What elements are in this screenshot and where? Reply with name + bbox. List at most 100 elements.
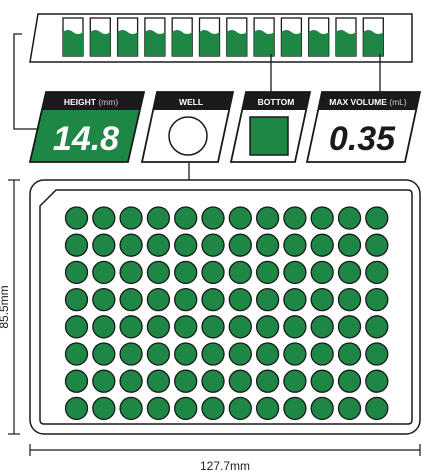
plate-well <box>201 369 225 393</box>
plate-well <box>337 233 362 257</box>
plate-well <box>283 342 307 366</box>
plate-well <box>228 315 252 339</box>
strip-well <box>144 17 166 57</box>
strip-well <box>335 17 357 57</box>
plate-well <box>310 396 334 421</box>
plate-well <box>119 287 143 312</box>
plate-well <box>92 369 116 393</box>
plate-well <box>283 206 307 230</box>
plate-well <box>310 342 334 366</box>
plate-well <box>201 260 225 285</box>
strip-well <box>308 17 330 57</box>
plate-well <box>337 396 362 421</box>
plate-well <box>119 396 143 421</box>
plate-well <box>174 369 198 393</box>
width-dimension: 127.7mm <box>29 444 421 473</box>
svg-text:MAX VOLUME (mL): MAX VOLUME (mL) <box>329 97 407 107</box>
plate-well <box>146 369 171 393</box>
plate-well <box>283 233 307 257</box>
plate-well <box>283 396 307 421</box>
plate-well <box>337 369 362 393</box>
plate-well <box>255 396 280 421</box>
plate-well <box>64 287 89 312</box>
plate-well <box>337 315 362 339</box>
plate-well <box>201 342 225 366</box>
plate-well <box>146 233 171 257</box>
depth-dimension-label: 85.5mm <box>0 285 11 328</box>
max-volume-value: 0.35 <box>329 120 396 158</box>
height-label: HEIGHT <box>64 97 97 107</box>
plate-well <box>365 260 389 285</box>
plate-well <box>255 287 280 312</box>
well-strip-side-view <box>29 13 413 63</box>
plate-well <box>174 342 198 366</box>
height-card: HEIGHT (mm) 14.8 <box>28 91 146 163</box>
plate-well <box>365 315 389 339</box>
plate-well <box>228 233 252 257</box>
plate-well <box>119 342 143 366</box>
plate-well <box>283 369 307 393</box>
plate-well <box>64 206 89 230</box>
plate-well <box>92 260 116 285</box>
plate-well <box>365 342 389 366</box>
plate-well <box>310 206 334 230</box>
plate-well <box>310 287 334 312</box>
plate-well <box>201 233 225 257</box>
plate-well <box>146 260 171 285</box>
plate-well <box>119 233 143 257</box>
plate-well <box>64 260 89 285</box>
plate-well <box>201 396 225 421</box>
plate-well <box>174 206 198 230</box>
plate-well <box>174 315 198 339</box>
strip-well <box>362 17 384 57</box>
height-unit: (mm) <box>98 97 118 107</box>
plate-well <box>228 260 252 285</box>
plate-well <box>146 206 171 230</box>
strip-well <box>226 17 248 57</box>
depth-dimension: 85.5mm <box>0 179 20 435</box>
plate-well <box>92 396 116 421</box>
plate-well <box>201 206 225 230</box>
plate-well <box>119 206 143 230</box>
plate-well <box>64 369 89 393</box>
well-label: WELL <box>179 97 203 107</box>
plate-well <box>119 369 143 393</box>
max-volume-card: MAX VOLUME (mL) 0.35 <box>305 91 422 163</box>
plate-well <box>228 396 252 421</box>
plate-well <box>365 396 389 421</box>
plate-well <box>228 287 252 312</box>
plate-well <box>146 287 171 312</box>
well-card: WELL <box>140 91 235 163</box>
plate-well <box>174 287 198 312</box>
plate-well <box>365 233 389 257</box>
well-shape-icon <box>168 116 208 156</box>
strip-well <box>171 17 193 57</box>
plate-well <box>92 206 116 230</box>
plate-well <box>146 342 171 366</box>
plate-well <box>201 315 225 339</box>
plate-well <box>92 287 116 312</box>
strip-well <box>253 17 275 57</box>
plate-well <box>174 396 198 421</box>
svg-text:HEIGHT (mm): HEIGHT (mm) <box>64 97 118 107</box>
width-dimension-label: 127.7mm <box>200 459 250 473</box>
plate-well <box>228 342 252 366</box>
plate-well <box>365 287 389 312</box>
plate-well <box>119 315 143 339</box>
max-volume-label: MAX VOLUME <box>329 97 387 107</box>
plate-well <box>310 233 334 257</box>
plate-well <box>64 233 89 257</box>
plate-well <box>201 287 225 312</box>
plate-well <box>146 315 171 339</box>
microplate-diagram: HEIGHT (mm) 14.8 WELL BOTTOM MAX VOLUME … <box>0 13 422 473</box>
plate-well <box>337 260 362 285</box>
plate-well <box>283 260 307 285</box>
plate-well <box>255 342 280 366</box>
bottom-card: BOTTOM <box>229 91 312 163</box>
plate-well <box>365 369 389 393</box>
plate-well <box>310 260 334 285</box>
plate-well <box>92 315 116 339</box>
strip-well <box>280 17 303 57</box>
plate-well <box>255 369 280 393</box>
plate-well <box>119 260 143 285</box>
